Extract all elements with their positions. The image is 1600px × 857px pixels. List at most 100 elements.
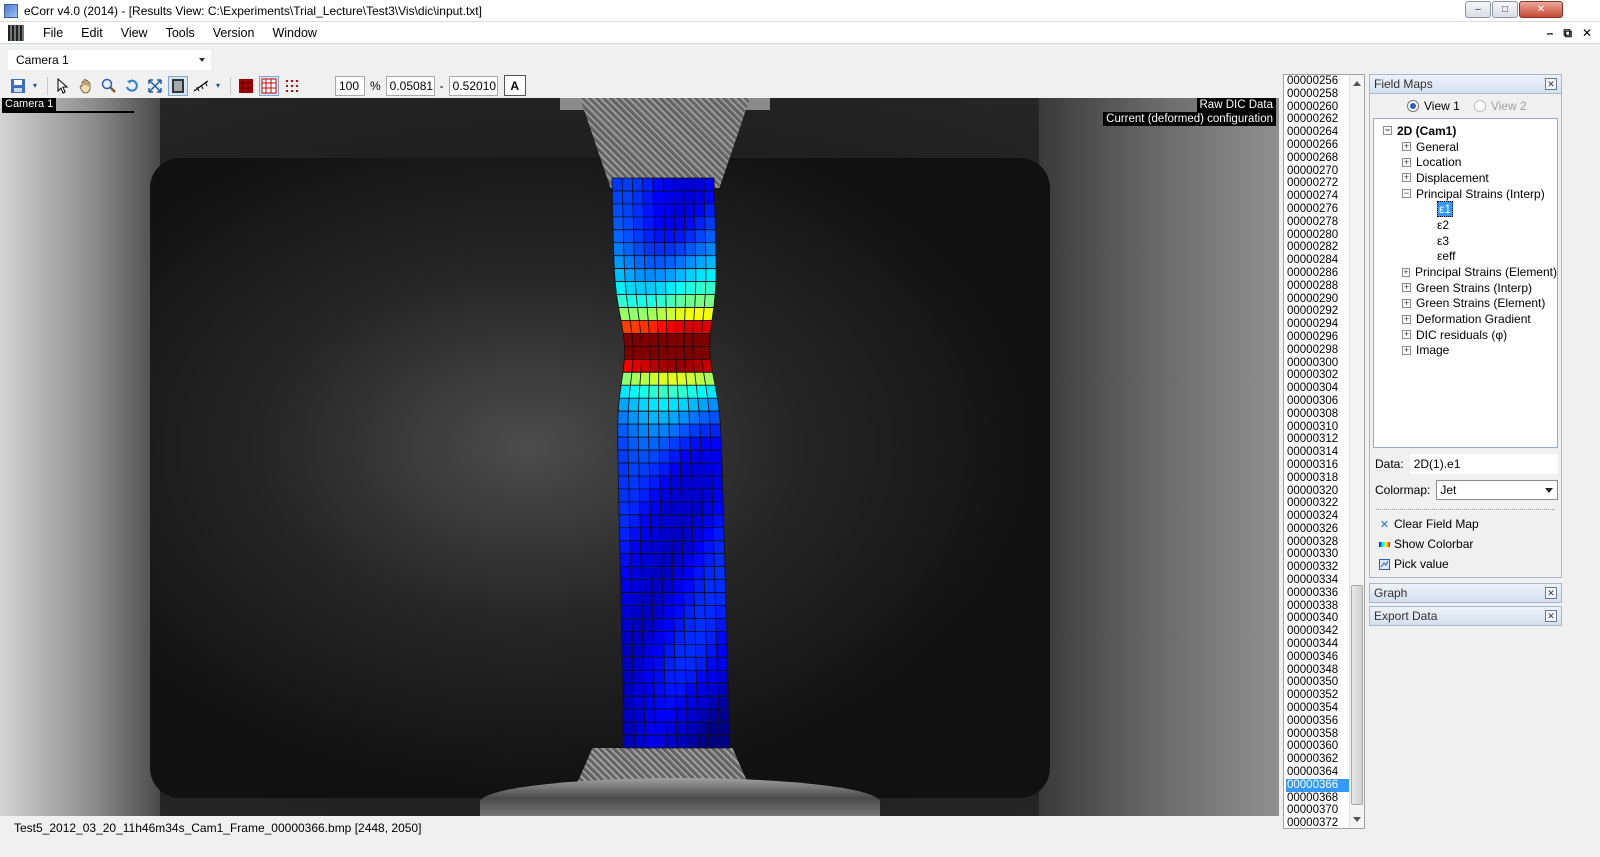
frame-list-item[interactable]: 00000292 — [1286, 305, 1350, 318]
measure-line-icon[interactable] — [191, 76, 211, 96]
frame-list-item[interactable]: 00000266 — [1286, 139, 1350, 152]
save-dropdown-icon[interactable]: ▾ — [31, 76, 39, 96]
export-data-close-icon[interactable]: ✕ — [1545, 610, 1557, 622]
view1-radio[interactable]: View 1 — [1407, 99, 1460, 113]
tree-node-e1[interactable]: ε1 — [1374, 201, 1557, 218]
frame-list-item[interactable]: 00000320 — [1286, 485, 1350, 498]
expand-icon[interactable]: + — [1402, 173, 1411, 183]
text-overlay-toggle[interactable]: A — [503, 75, 526, 96]
frame-list-item[interactable]: 00000260 — [1286, 101, 1350, 114]
frame-list-item[interactable]: 00000346 — [1286, 651, 1350, 664]
mdi-child-icon[interactable] — [8, 24, 24, 41]
frame-list-item[interactable]: 00000278 — [1286, 216, 1350, 229]
menu-view[interactable]: View — [112, 24, 157, 42]
frame-list-item[interactable]: 00000284 — [1286, 254, 1350, 267]
menu-tools[interactable]: Tools — [157, 24, 204, 42]
frame-list-item[interactable]: 00000368 — [1286, 792, 1350, 805]
mdi-minimize-button[interactable]: – — [1547, 26, 1554, 41]
expand-icon[interactable]: + — [1402, 314, 1411, 324]
tree-node-image[interactable]: + Image — [1374, 343, 1557, 359]
frame-list-item[interactable]: 00000330 — [1286, 548, 1350, 561]
camera-select[interactable]: Camera 1 — [8, 50, 211, 70]
frame-list-item[interactable]: 00000286 — [1286, 267, 1350, 280]
frame-list-item[interactable]: 00000344 — [1286, 638, 1350, 651]
tree-node-deformation-gradient[interactable]: + Deformation Gradient — [1374, 311, 1557, 327]
close-button[interactable]: ✕ — [1519, 1, 1563, 18]
frame-list-item[interactable]: 00000268 — [1286, 152, 1350, 165]
graph-header[interactable]: Graph ✕ — [1369, 583, 1562, 603]
tree-node-green-interp[interactable]: + Green Strains (Interp) — [1374, 280, 1557, 296]
frame-list[interactable]: 00000256 00000258 00000260 00000262 00000264… — [1283, 74, 1365, 829]
frame-list-item[interactable]: 00000314 — [1286, 446, 1350, 459]
data-field[interactable]: 2D(1).e1 — [1409, 454, 1558, 474]
expand-icon[interactable]: + — [1402, 142, 1411, 152]
frame-list-item[interactable]: 00000310 — [1286, 421, 1350, 434]
tree-node-eeff[interactable]: εeff — [1374, 249, 1557, 265]
frame-list-item[interactable]: 00000280 — [1286, 229, 1350, 242]
menu-version[interactable]: Version — [204, 24, 264, 42]
zoom-icon[interactable] — [99, 76, 119, 96]
tree-node-general[interactable]: + General — [1374, 139, 1557, 155]
frame-list-item[interactable]: 00000308 — [1286, 408, 1350, 421]
mdi-close-button[interactable]: ✕ — [1582, 26, 1592, 41]
collapse-icon[interactable]: − — [1402, 189, 1411, 199]
frame-list-item[interactable]: 00000338 — [1286, 600, 1350, 613]
view2-radio[interactable]: View 2 — [1473, 99, 1527, 113]
frame-list-item[interactable]: 00000312 — [1286, 433, 1350, 446]
expand-icon[interactable]: + — [1402, 267, 1410, 277]
graph-close-icon[interactable]: ✕ — [1545, 587, 1557, 599]
frame-list-item[interactable]: 00000298 — [1286, 344, 1350, 357]
menu-file[interactable]: File — [34, 24, 72, 42]
show-colorbar-button[interactable]: Show Colorbar — [1373, 534, 1558, 554]
frame-list-item[interactable]: 00000350 — [1286, 676, 1350, 689]
frame-list-item[interactable]: 00000360 — [1286, 740, 1350, 753]
pick-value-button[interactable]: Pick value — [1373, 554, 1558, 574]
frame-list-item[interactable]: 00000288 — [1286, 280, 1350, 293]
expand-icon[interactable]: + — [1402, 298, 1411, 308]
image-filmstrip-icon[interactable] — [168, 75, 188, 96]
frame-list-item[interactable]: 00000336 — [1286, 587, 1350, 600]
tree-node-dic-residuals[interactable]: + DIC residuals (φ) — [1374, 327, 1557, 343]
results-viewport[interactable]: Camera 1 Raw DIC Data Current (deformed)… — [0, 98, 1279, 816]
strain-field-map[interactable] — [0, 98, 1279, 816]
zoom-input[interactable]: 100 — [335, 75, 365, 96]
frame-list-item[interactable]: 00000364 — [1286, 766, 1350, 779]
frame-list-item[interactable]: 00000324 — [1286, 510, 1350, 523]
range-max-input[interactable]: 0.52010 — [448, 75, 498, 96]
frame-list-item[interactable]: 00000262 — [1286, 113, 1350, 126]
frame-list-item[interactable]: 00000258 — [1286, 88, 1350, 101]
frame-list-item[interactable]: 00000294 — [1286, 318, 1350, 331]
frame-list-item[interactable]: 00000304 — [1286, 382, 1350, 395]
frame-list-item[interactable]: 00000354 — [1286, 702, 1350, 715]
frame-list-item[interactable]: 00000356 — [1286, 715, 1350, 728]
frame-list-item[interactable]: 00000270 — [1286, 165, 1350, 178]
collapse-icon[interactable]: − — [1383, 126, 1392, 136]
frame-list-item[interactable]: 00000328 — [1286, 536, 1350, 549]
filled-mesh-icon[interactable] — [236, 76, 256, 96]
frame-list-item[interactable]: 00000318 — [1286, 472, 1350, 485]
frame-list-item[interactable]: 00000302 — [1286, 369, 1350, 382]
tree-node-principal-interp[interactable]: − Principal Strains (Interp) — [1374, 186, 1557, 202]
field-maps-header[interactable]: Field Maps ✕ — [1369, 74, 1562, 94]
expand-icon[interactable]: + — [1402, 345, 1411, 355]
frame-list-item[interactable]: 00000342 — [1286, 625, 1350, 638]
frame-list-item[interactable]: 00000256 — [1286, 75, 1350, 88]
pan-hand-icon[interactable] — [76, 76, 96, 96]
range-min-input[interactable]: 0.05081 — [385, 75, 435, 96]
mdi-restore-button[interactable]: ⧉ — [1563, 26, 1572, 41]
expand-icon[interactable]: + — [1402, 157, 1411, 167]
frame-list-item[interactable]: 00000290 — [1286, 293, 1350, 306]
field-maps-close-icon[interactable]: ✕ — [1545, 78, 1557, 90]
frame-list-item[interactable]: 00000272 — [1286, 177, 1350, 190]
field-tree[interactable]: −2D (Cam1) + General + Location + Displacem… — [1373, 118, 1558, 448]
minimize-button[interactable]: – — [1465, 1, 1491, 18]
frame-list-item[interactable]: 00000348 — [1286, 664, 1350, 677]
frame-list-item[interactable]: 00000282 — [1286, 241, 1350, 254]
tree-node-e2[interactable]: ε2 — [1374, 217, 1557, 233]
frame-list-item[interactable]: 00000340 — [1286, 612, 1350, 625]
measure-dropdown-icon[interactable]: ▾ — [214, 76, 222, 96]
grid-mesh-icon[interactable] — [259, 75, 279, 96]
tree-node-principal-element[interactable]: + Principal Strains (Element) — [1374, 264, 1557, 280]
frame-list-item[interactable]: 00000352 — [1286, 689, 1350, 702]
frame-list-item[interactable]: 00000276 — [1286, 203, 1350, 216]
